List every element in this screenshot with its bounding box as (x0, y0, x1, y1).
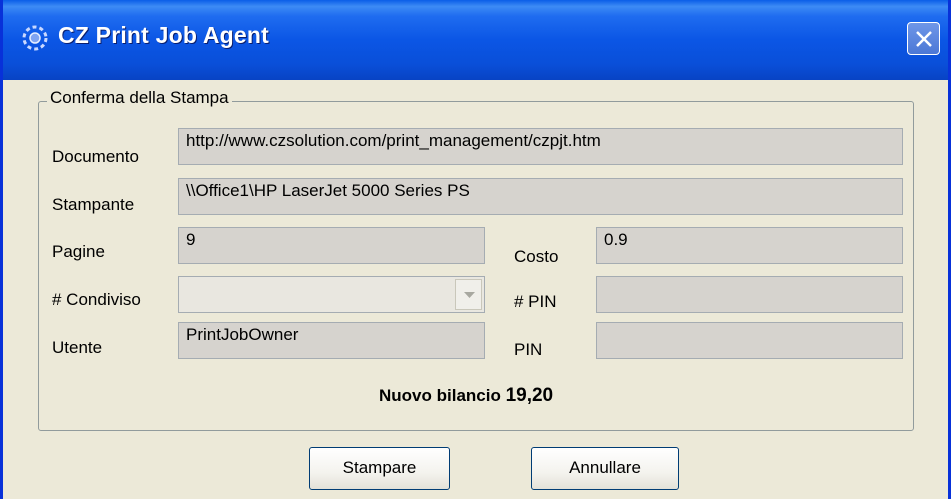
costo-label: Costo (514, 247, 559, 266)
utente-label: Utente (52, 338, 103, 357)
cz-logo-icon (21, 24, 49, 52)
costo-field[interactable]: 0.9 (596, 227, 903, 264)
chevron-down-icon (464, 292, 475, 298)
utente-field[interactable]: PrintJobOwner (178, 322, 485, 359)
pin-number-field[interactable] (596, 276, 903, 313)
combo-dropdown-button[interactable] (455, 279, 482, 310)
documento-field[interactable]: http://www.czsolution.com/print_manageme… (178, 128, 903, 165)
stampante-label: Stampante (52, 195, 135, 214)
condiviso-label: # Condiviso (52, 290, 141, 309)
close-icon (916, 31, 932, 47)
pin-number-label: # PIN (514, 292, 557, 311)
pin-field[interactable] (596, 322, 903, 359)
pagine-field[interactable]: 9 (178, 227, 485, 264)
stampante-field[interactable]: \\Office1\HP LaserJet 5000 Series PS (178, 178, 903, 215)
balance-label: Nuovo bilancio (379, 386, 501, 405)
window-title: CZ Print Job Agent (58, 22, 270, 48)
new-balance: Nuovo bilancio 19,20 (379, 385, 553, 407)
pin-label: PIN (514, 340, 543, 359)
group-legend: Conferma della Stampa (47, 88, 232, 108)
documento-label: Documento (52, 147, 139, 166)
balance-value: 19,20 (505, 385, 554, 406)
title-bar[interactable]: CZ Print Job Agent (3, 0, 948, 80)
condiviso-combo[interactable] (178, 276, 485, 313)
close-button[interactable] (907, 22, 940, 55)
cancel-button[interactable]: Annullare (531, 447, 679, 490)
dialog-window: CZ Print Job Agent Conferma della Stampa… (0, 0, 951, 499)
print-button[interactable]: Stampare (309, 447, 450, 490)
pagine-label: Pagine (52, 242, 105, 261)
